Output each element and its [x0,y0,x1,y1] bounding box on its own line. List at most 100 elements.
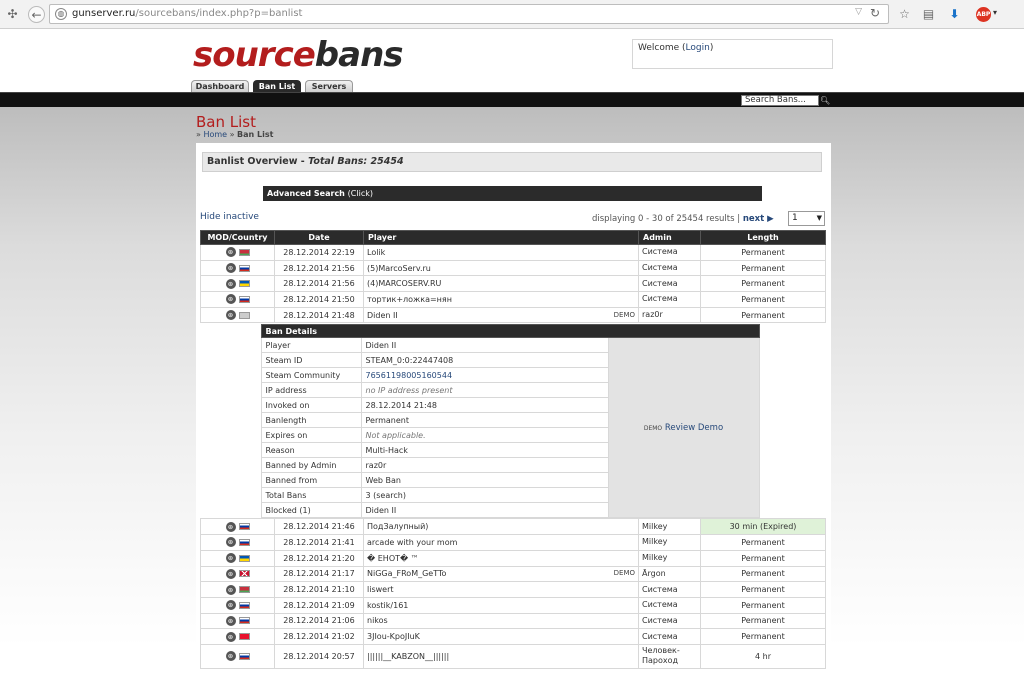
welcome-close: ) [709,43,714,53]
table-header-row: MOD/Country Date Player Admin Length [200,230,826,245]
country-flag-icon [238,652,250,660]
ban-details-row: Ban Details Player Diden II DEMO Review De… [201,323,826,519]
back-button[interactable]: ← [28,6,45,23]
sourcebans-logo[interactable]: sourcebans [193,35,404,75]
table-row[interactable]: ⊛ 28.12.2014 21:06 nikos Система Permanent [200,612,826,630]
length-cell: 30 min (Expired) [700,518,826,536]
admin-cell: raz0r [638,306,701,324]
tab-dashboard[interactable]: Dashboard [191,80,249,92]
date-cell: 28.12.2014 20:57 [274,643,364,669]
table-row[interactable]: ⊛ 28.12.2014 21:48 Diden II DEMO raz0r Perman… [200,306,826,324]
table-row[interactable]: ⊛ 28.12.2014 21:02 3JIou-KpoJIuK Система Per… [200,628,826,645]
admin-cell: Milkey [638,518,701,536]
mod-country-cell: ⊛ [200,581,275,598]
country-flag-icon [238,523,250,531]
reload-icon[interactable]: ↻ [870,6,880,20]
ban-details-title: Ban Details [260,324,760,339]
ban-details-table: Ban Details Player Diden II DEMO Review De… [260,324,760,519]
col-header-length: Length [700,230,826,245]
country-flag-icon [238,633,250,641]
search-icon[interactable]: 🔍︎ [820,95,830,106]
tab-servers[interactable]: Servers [305,80,353,92]
ban-detail-value: Multi-Hack [360,442,609,459]
review-demo-link[interactable]: Review Demo [665,423,723,433]
reading-list-icon[interactable]: ▤ [920,6,937,23]
demo-icon[interactable]: DEMO [614,311,635,319]
player-cell: NiGGa_FRoM_GeTTo DEMO [363,565,639,583]
date-cell: 28.12.2014 21:50 [274,291,364,308]
player-name: (5)MarcoServ.ru [367,263,431,273]
address-bar[interactable]: ◍ gunserver.ru/sourcebans/index.php?p=ba… [49,4,889,24]
length-cell: Permanent [700,306,826,324]
table-row[interactable]: ⊛ 28.12.2014 21:41 arcade with your mom Mil… [200,534,826,551]
puzzle-icon[interactable]: ✣ [4,6,21,23]
table-row[interactable]: ⊛ 28.12.2014 21:20 � EHOT� ™ Milkey Permanen… [200,549,826,567]
table-row[interactable]: ⊛ 28.12.2014 21:56 (4)MARCOSERV.RU Система P… [200,275,826,293]
ban-detail-value: 28.12.2014 21:48 [360,397,609,414]
search-bans-input[interactable]: Search Bans... [741,95,819,106]
length-cell: Permanent [700,275,826,293]
adblock-icon[interactable]: ABP [976,7,991,22]
breadcrumb-home[interactable]: Home [203,130,227,139]
mod-country-cell: ⊛ [200,565,275,583]
globe-icon: ◍ [55,8,67,20]
player-name: NiGGa_FRoM_GeTTo [367,569,447,579]
mod-country-cell: ⊛ [200,275,275,293]
ban-detail-value[interactable]: 76561198005160544 [360,367,609,384]
length-cell: Permanent [700,244,826,261]
player-cell: � EHOT� ™ [363,549,639,567]
logo-part-source: source [193,35,316,75]
admin-cell: Система [638,612,701,630]
table-row[interactable]: ⊛ 28.12.2014 22:19 Lolik Система Permanent [200,244,826,261]
ban-detail-key: Banned from [260,472,362,489]
url-path: /sourcebans/index.php?p=banlist [135,8,303,19]
mod-country-cell: ⊛ [200,306,275,324]
player-cell: Diden II DEMO [363,306,639,324]
table-row[interactable]: ⊛ 28.12.2014 21:56 (5)MarcoServ.ru Система P… [200,259,826,277]
game-mod-icon: ⊛ [225,584,236,595]
player-name: nikos [367,616,388,626]
ban-detail-key: Invoked on [260,397,362,414]
table-row[interactable]: ⊛ 28.12.2014 20:57 ||||||__KABZON__|||||| Ч… [200,643,826,669]
player-cell: arcade with your mom [363,534,639,551]
download-icon[interactable]: ⬇ [946,6,963,23]
tab-ban-list[interactable]: Ban List [253,80,301,92]
adblock-dropdown-icon[interactable]: ▾ [993,8,997,17]
player-name: kostik/161 [367,600,409,610]
advanced-search-label: Advanced Search [267,189,345,198]
next-page-link[interactable]: next ▶ [743,214,774,224]
table-row[interactable]: ⊛ 28.12.2014 21:17 NiGGa_FRoM_GeTTo DEMO Ārg… [200,565,826,583]
url-text: gunserver.ru/sourcebans/index.php?p=banl… [72,8,302,19]
table-row[interactable]: ⊛ 28.12.2014 21:50 тортик+ложка=нян Система… [200,291,826,308]
browser-toolbar: ✣ ← ◍ gunserver.ru/sourcebans/index.php?… [0,0,1024,29]
mod-country-cell: ⊛ [200,643,275,669]
page-select-value: 1 [792,213,798,223]
page-select[interactable]: 1 ▼ [788,211,825,226]
banlist-overview-header: Banlist Overview - Total Bans: 25454 [202,152,822,172]
table-row[interactable]: ⊛ 28.12.2014 21:09 kostik/161 Система Perman… [200,596,826,614]
country-flag-icon [238,311,250,319]
admin-cell: Человек-Пароход [638,643,701,669]
url-dropdown-icon[interactable]: ▽ [855,7,862,17]
table-row[interactable]: ⊛ 28.12.2014 21:10 liswert Система Permanent [200,581,826,598]
date-cell: 28.12.2014 21:02 [274,628,364,645]
admin-cell: Ārgon [638,565,701,583]
date-cell: 28.12.2014 21:41 [274,534,364,551]
paging-text: displaying 0 - 30 of 25454 results | [592,214,743,224]
game-mod-icon: ⊛ [225,263,236,274]
advanced-search-toggle[interactable]: Advanced Search (Click) [263,186,762,201]
admin-cell: Система [638,291,701,308]
table-row[interactable]: ⊛ 28.12.2014 21:46 ПодЗалупный) Milkey 30 mi… [200,518,826,536]
site-header: sourcebans Welcome (Login) Dashboard Ban… [0,29,1024,92]
hide-inactive-link[interactable]: Hide inactive [200,212,259,222]
demo-icon[interactable]: DEMO [614,569,635,577]
login-link[interactable]: Login [686,43,710,53]
breadcrumb-current: Ban List [237,130,274,139]
game-mod-icon: ⊛ [225,278,236,289]
admin-cell: Milkey [638,534,701,551]
admin-cell: Система [638,275,701,293]
player-name: Diden II [367,310,398,320]
ban-detail-value: 3 (search) [360,487,609,504]
bookmark-star-icon[interactable]: ☆ [896,6,913,23]
ban-detail-key: Steam Community [260,367,362,384]
